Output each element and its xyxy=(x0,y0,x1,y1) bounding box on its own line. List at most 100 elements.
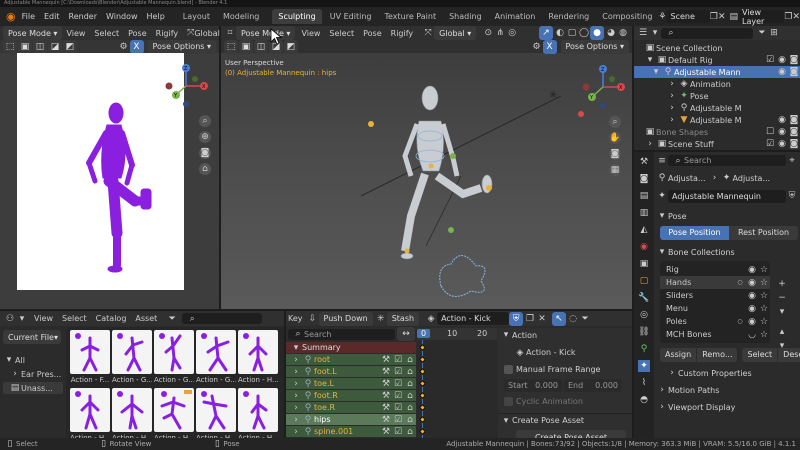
main-transform-icon[interactable]: ⤧ xyxy=(422,27,434,39)
keyframe-diamond-icon[interactable] xyxy=(418,355,427,364)
wrench-icon[interactable]: ⚒ xyxy=(380,402,392,414)
eye-icon[interactable]: ◉ xyxy=(776,126,788,138)
tab-compositing[interactable]: Compositing xyxy=(602,12,652,21)
expand-icon[interactable]: › xyxy=(666,114,678,126)
overlay-icon[interactable]: ◐ xyxy=(554,27,566,39)
properties-pin-icon[interactable]: ⌖ xyxy=(786,155,798,167)
keyframe-diamond-icon[interactable] xyxy=(418,367,427,376)
asset-filter-icon[interactable]: ⏷ xyxy=(166,313,178,325)
bone-collections-header[interactable]: ▾ Bone Collections xyxy=(656,245,798,259)
view-layer-icon[interactable]: ▤ xyxy=(730,11,739,23)
dopesheet-filter-icon[interactable]: ⏷ xyxy=(579,313,591,325)
left-camera-icon[interactable]: ◙ xyxy=(199,147,211,159)
channel-checkbox-icon[interactable]: ☑ xyxy=(392,390,404,402)
main-menu-view[interactable]: View xyxy=(301,29,320,38)
push-down-button[interactable]: Push Down xyxy=(318,311,373,326)
shading-wire-icon[interactable]: ◯ xyxy=(578,27,590,39)
end-frame-field[interactable]: End 0.000 xyxy=(564,378,622,392)
main-pose-options[interactable]: Pose Options ▾ xyxy=(560,39,629,54)
asset-thumbnail[interactable] xyxy=(154,388,194,432)
main-select-invert-icon[interactable]: ◩ xyxy=(284,39,298,54)
catalog-unassigned[interactable]: ▤ Unass... xyxy=(3,382,63,394)
left-viewport[interactable]: Pose Mode ▾ View Select Pose Rigify ⤧ Gl… xyxy=(0,26,220,309)
outliner-item-pose[interactable]: › ✦ Pose xyxy=(634,90,800,102)
menu-edit[interactable]: Edit xyxy=(44,12,60,21)
camera-render-icon[interactable]: ◙ xyxy=(788,126,800,138)
render-tab-icon[interactable]: ◙ xyxy=(638,173,650,185)
assign-button[interactable]: Assign xyxy=(660,347,697,362)
shading-solid-icon[interactable]: ● xyxy=(590,26,604,40)
asset-thumbnail[interactable] xyxy=(112,330,152,374)
action-fake-user-icon[interactable]: ⛨ xyxy=(509,311,524,326)
tool-tab-icon[interactable]: ⚒ xyxy=(638,156,650,168)
eye-icon[interactable]: ◉ xyxy=(746,303,758,315)
expand-icon[interactable]: › xyxy=(290,390,302,402)
proportional-edit-icon[interactable]: ◎ xyxy=(506,27,518,39)
main-menu-rigify[interactable]: Rigify xyxy=(391,29,414,38)
pivot-icon[interactable]: ⊙ xyxy=(482,27,494,39)
main-navigation-gizmo[interactable]: ZXY xyxy=(579,62,629,112)
bone-collection-menu[interactable]: Menu ◉ ☆ xyxy=(660,302,770,315)
keyframe-diamond-icon[interactable] xyxy=(418,343,427,352)
asset-thumbnail[interactable] xyxy=(154,330,194,374)
lock-icon[interactable]: ⌂ xyxy=(404,378,416,390)
channel-row[interactable]: › ⚲ foot.L ⚒ ☑ ⌂ xyxy=(286,366,416,377)
outliner-item-animation[interactable]: › ◈ Animation xyxy=(634,78,800,90)
eye-icon[interactable]: ◉ xyxy=(746,277,758,289)
editor-type-icon[interactable]: ⌗ xyxy=(224,27,236,39)
properties-editor-icon[interactable]: ≡ xyxy=(656,155,668,167)
lock-icon[interactable]: ⌂ xyxy=(404,390,416,402)
scene-icon[interactable]: ⚘ xyxy=(658,11,666,23)
left-zoom-icon[interactable]: ⌕ xyxy=(199,115,211,127)
lock-icon[interactable]: ⌂ xyxy=(404,414,416,426)
start-frame-field[interactable]: Start 0.000 xyxy=(504,378,562,392)
action-copy-icon[interactable]: ❐ xyxy=(524,313,536,325)
main-transform-orientation[interactable]: Global ▾ xyxy=(434,26,477,40)
hidden-eye-icon[interactable]: ◡ xyxy=(746,329,758,341)
channel-row[interactable]: › ⚲ foot.R ⚒ ☑ ⌂ xyxy=(286,390,416,401)
left-x-mirror-icon[interactable]: X xyxy=(129,39,144,54)
channel-invert-filter-icon[interactable]: ↔ xyxy=(397,327,415,341)
expand-icon[interactable]: › xyxy=(290,414,302,426)
channel-checkbox-icon[interactable]: ☑ xyxy=(392,402,404,414)
delete-view-layer-icon[interactable]: ✕ xyxy=(792,11,800,23)
left-transform-icon[interactable]: ⤧ xyxy=(187,27,194,39)
left-zoom-region-icon[interactable]: ⊕ xyxy=(199,131,211,143)
left-navigation-gizmo[interactable]: ZXY xyxy=(162,61,212,111)
outliner-item-mesh[interactable]: › ▼ Adjustable M ◉ ◙ xyxy=(634,114,800,126)
main-camera-icon[interactable]: ◙ xyxy=(609,148,621,160)
tab-shading[interactable]: Shading xyxy=(449,12,482,21)
asset-thumbnail[interactable] xyxy=(70,330,110,374)
lock-icon[interactable]: ⌂ xyxy=(404,354,416,366)
stash-button[interactable]: Stash xyxy=(386,311,420,326)
asset-menu-select[interactable]: Select xyxy=(62,314,87,323)
object-tab-icon[interactable]: ▢ xyxy=(638,275,650,287)
asset-menu-catalog[interactable]: Catalog xyxy=(96,314,127,323)
solo-star-icon[interactable]: ☆ xyxy=(758,264,770,276)
keyframe-area[interactable]: 0 10 20 xyxy=(417,328,497,438)
expand-icon[interactable]: ▾ xyxy=(650,66,662,78)
action-unlink-icon[interactable]: ✕ xyxy=(536,313,548,325)
tab-modeling[interactable]: Modeling xyxy=(223,12,259,21)
asset-thumbnail[interactable] xyxy=(196,388,236,432)
outliner-item-adjustable-mannequin[interactable]: ▾ ⚲ Adjustable Mann ◉ ◙ xyxy=(634,66,800,78)
copy-view-layer-icon[interactable]: ❐ xyxy=(784,11,792,23)
move-up-icon[interactable]: ▴ xyxy=(776,326,788,338)
channel-checkbox-icon[interactable]: ☑ xyxy=(392,366,404,378)
output-tab-icon[interactable]: ▤ xyxy=(638,190,650,202)
world-tab-icon[interactable]: ◉ xyxy=(638,241,650,253)
current-frame-indicator[interactable]: 0 xyxy=(417,329,431,338)
expand-icon[interactable]: › xyxy=(644,138,656,150)
bone-constraint-tab-icon[interactable]: ◓ xyxy=(638,394,650,406)
collection-tab-icon[interactable]: ▣ xyxy=(638,258,650,270)
manual-frame-range-row[interactable]: Manual Frame Range xyxy=(498,363,632,375)
asset-library-dropdown[interactable]: Current File ▾ xyxy=(3,330,61,344)
outliner-item-scene-stuff[interactable]: › ▣ Scene Stuff ☑ ◉ ◙ xyxy=(634,138,800,150)
outliner-item-default-rig[interactable]: ▾ ▣ Default Rig ☑ ◉ ◙ xyxy=(634,54,800,66)
delete-scene-icon[interactable]: ✕ xyxy=(718,11,726,23)
channel-summary[interactable]: ▾ Summary xyxy=(286,342,416,353)
physics-tab-icon[interactable]: ◎ xyxy=(638,309,650,321)
left-select-box-icon[interactable]: ⬚ xyxy=(3,39,17,54)
eye-icon[interactable]: ◉ xyxy=(776,138,788,150)
bone-visibility-icon[interactable]: ↗ xyxy=(539,26,553,40)
